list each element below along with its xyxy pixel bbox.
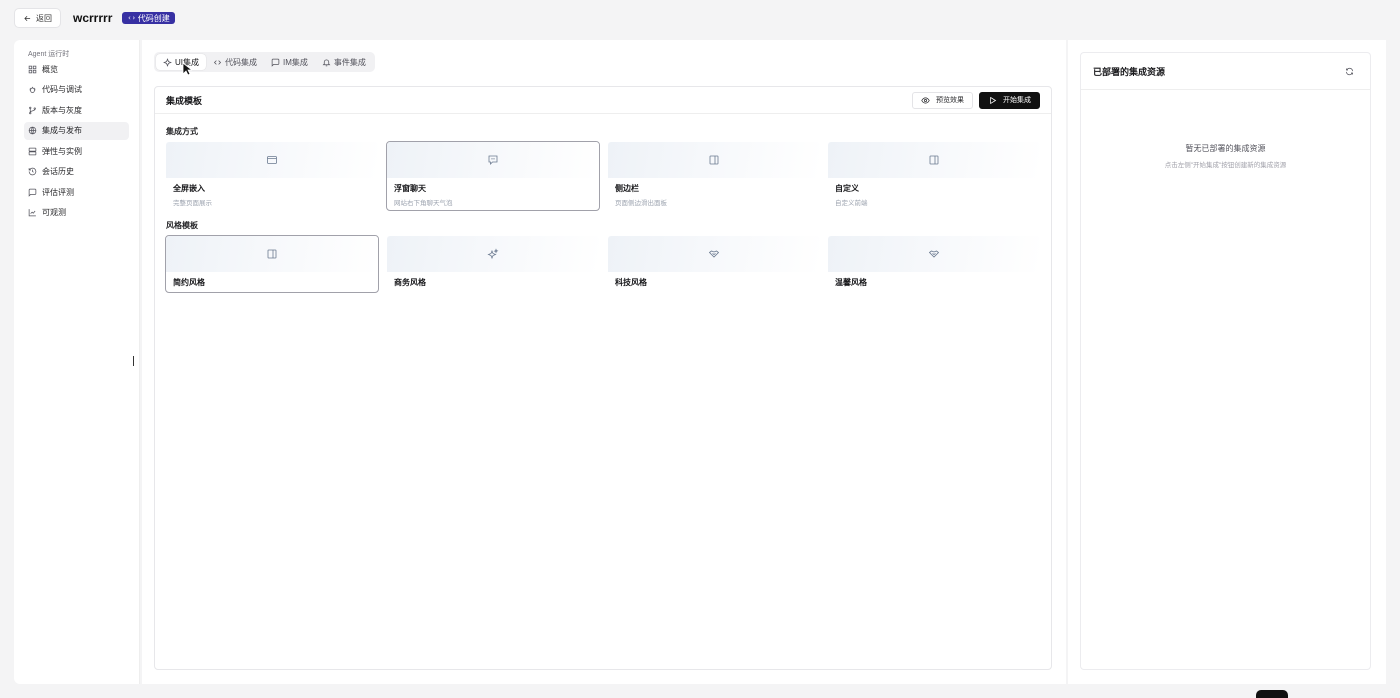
- bug-icon: [29, 86, 36, 93]
- panel-right-icon: [929, 155, 939, 165]
- method-card-custom[interactable]: 自定义 自定义前端: [827, 141, 1041, 211]
- tab-im-integration[interactable]: IM集成: [264, 54, 315, 70]
- sidebar-item-integration[interactable]: 集成与发布: [24, 121, 129, 140]
- creation-badge: ‹› 代码创建: [122, 12, 175, 24]
- card-desc: 页面侧边滑出面板: [615, 200, 667, 207]
- card-name: 侧边栏: [615, 184, 639, 193]
- refresh-button[interactable]: [1340, 62, 1358, 80]
- sidebar-resize-handle[interactable]: [133, 356, 134, 366]
- methods-label: 集成方式: [166, 127, 198, 136]
- panel-right-icon: [267, 249, 277, 259]
- arrow-left-icon: [24, 15, 31, 21]
- method-card-fullscreen[interactable]: 全屏嵌入 完整页面展示: [165, 141, 379, 211]
- top-bar: 返回 wcrrrrr ‹› 代码创建: [0, 0, 1400, 36]
- sidebar-item-label: 集成与发布: [42, 126, 82, 135]
- sidebar-item-evaluation[interactable]: 评估评测: [24, 183, 129, 201]
- styles-label: 风格模板: [166, 221, 198, 230]
- style-card-warm[interactable]: 温馨风格: [827, 235, 1041, 293]
- method-card-floating-chat[interactable]: 浮窗聊天 网站右下角聊天气泡: [386, 141, 600, 211]
- message-square-icon: [28, 188, 37, 197]
- empty-state-title: 暂无已部署的集成资源: [1185, 144, 1266, 153]
- card-name: 商务风格: [394, 278, 426, 287]
- card-name: 自定义: [835, 184, 859, 193]
- start-label: 开始集成: [1003, 97, 1031, 104]
- play-icon: [990, 96, 997, 104]
- style-card-simple[interactable]: 简约风格: [165, 235, 379, 293]
- history-icon: [28, 167, 37, 176]
- sparkle-icon: [163, 57, 172, 67]
- sidebar-item-elastic[interactable]: 弹性与实例: [24, 142, 129, 160]
- card-desc: 自定义前端: [835, 200, 868, 207]
- main-content: UI集成 代码集成 IM集成 事件集成 集成模板 预览效果 开始集成 集成方式 …: [142, 40, 1066, 684]
- back-button[interactable]: 返回: [14, 8, 61, 28]
- badge-label: 代码创建: [137, 13, 170, 23]
- preview-button[interactable]: 预览效果: [912, 91, 973, 109]
- sparkles-icon: [487, 248, 499, 260]
- method-card-sidebar[interactable]: 侧边栏 页面侧边滑出面板: [607, 141, 821, 211]
- browser-icon: [267, 156, 277, 164]
- card-desc: 网站右下角聊天气泡: [394, 200, 453, 207]
- deployed-title: 已部署的集成资源: [1093, 66, 1166, 77]
- tab-event-integration[interactable]: 事件集成: [315, 54, 373, 70]
- sidebar-item-observability[interactable]: 可观测: [24, 204, 129, 222]
- tab-label: 代码集成: [225, 57, 257, 67]
- sidebar-item-label: 会话历史: [42, 167, 74, 176]
- panel-right-icon: [709, 155, 719, 165]
- panel-actions: 预览效果 开始集成: [912, 91, 1040, 109]
- card-name: 简约风格: [173, 278, 205, 287]
- preview-label: 预览效果: [936, 97, 964, 104]
- sidebar: Agent 运行时 概览 代码与调试 版本与灰度 集成与发布 弹性与实例 会话历…: [14, 40, 140, 684]
- sidebar-item-label: 弹性与实例: [42, 146, 82, 156]
- panel-title: 集成模板: [166, 95, 203, 106]
- bell-icon: [322, 59, 331, 66]
- tab-ui-integration[interactable]: UI集成: [156, 54, 206, 70]
- handshake-icon: [928, 250, 940, 258]
- tab-code-integration[interactable]: 代码集成: [206, 54, 264, 70]
- sidebar-item-overview[interactable]: 概览: [24, 60, 129, 78]
- card-name: 科技风格: [615, 278, 647, 287]
- sidebar-heading: Agent 运行时: [28, 51, 70, 58]
- code-icon: [213, 59, 222, 65]
- card-name: 温馨风格: [835, 278, 867, 287]
- git-branch-icon: [29, 106, 36, 114]
- sidebar-item-label: 概览: [42, 64, 58, 74]
- globe-icon: [28, 126, 37, 135]
- sidebar-item-label: 代码与调试: [42, 85, 82, 94]
- card-name: 浮窗聊天: [394, 184, 426, 193]
- card-desc: 完整页面展示: [173, 200, 212, 207]
- app-title: wcrrrrr: [73, 11, 113, 25]
- sidebar-item-label: 评估评测: [42, 187, 74, 197]
- handshake-icon: [708, 250, 720, 258]
- line-chart-icon: [28, 209, 36, 217]
- sidebar-item-history[interactable]: 会话历史: [24, 163, 129, 181]
- tab-label: 事件集成: [333, 57, 366, 67]
- tab-label: IM集成: [283, 57, 308, 67]
- floating-chat-launcher[interactable]: [1256, 690, 1288, 698]
- panel-header: 集成模板 预览效果 开始集成: [155, 87, 1051, 114]
- mouse-cursor-icon: [182, 62, 192, 76]
- deployed-resources-pane: 已部署的集成资源 暂无已部署的集成资源 点击左侧"开始集成"按钮创建新的集成资源: [1068, 40, 1386, 684]
- back-label: 返回: [36, 13, 52, 23]
- deployed-header: 已部署的集成资源: [1081, 53, 1370, 90]
- sidebar-item-version[interactable]: 版本与灰度: [24, 101, 129, 119]
- message-icon: [271, 58, 280, 67]
- refresh-icon: [1345, 67, 1353, 75]
- style-card-tech[interactable]: 科技风格: [607, 235, 821, 293]
- sidebar-item-label: 可观测: [42, 208, 66, 217]
- server-icon: [28, 147, 37, 155]
- sidebar-item-code-debug[interactable]: 代码与调试: [24, 81, 129, 99]
- sidebar-item-label: 版本与灰度: [42, 105, 82, 115]
- template-panel: 集成模板 预览效果 开始集成 集成方式 全屏嵌入 完整页面展示 浮窗聊天 网站右…: [154, 86, 1052, 670]
- grid-icon: [28, 65, 37, 73]
- chat-bubble-icon: [488, 155, 498, 165]
- deployed-resources-card: 已部署的集成资源 暂无已部署的集成资源 点击左侧"开始集成"按钮创建新的集成资源: [1080, 52, 1371, 670]
- card-name: 全屏嵌入: [173, 184, 205, 193]
- style-card-business[interactable]: 商务风格: [386, 235, 600, 293]
- empty-state-hint: 点击左侧"开始集成"按钮创建新的集成资源: [1164, 162, 1287, 169]
- start-integration-button[interactable]: 开始集成: [979, 91, 1040, 109]
- code-icon: ‹›: [127, 14, 136, 22]
- eye-icon: [921, 96, 930, 104]
